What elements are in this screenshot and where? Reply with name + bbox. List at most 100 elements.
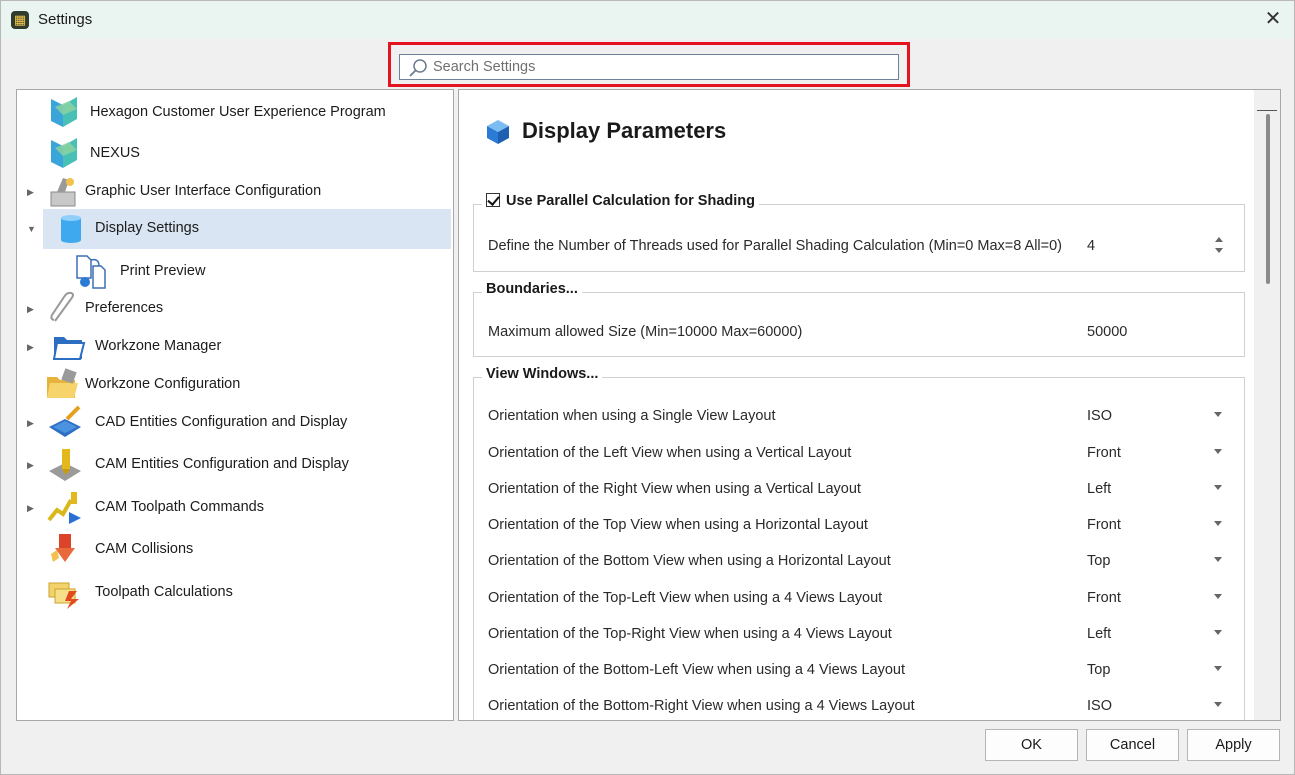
setting-row-4views-bottom-left[interactable]: Orientation of the Bottom-Left View when… [474,652,1244,688]
chevron-down-icon[interactable] [1214,594,1222,599]
cam-entities-icon [49,449,81,481]
expand-arrow-icon[interactable]: ▶ [27,417,37,429]
search-input[interactable] [433,57,893,77]
tree-item-label: Print Preview [120,263,206,279]
paperclip-icon [50,291,74,322]
toolpath-commands-icon [47,492,81,524]
setting-row-horizontal-top[interactable]: Orientation of the Top View when using a… [474,507,1244,543]
tree-item-cad-entities[interactable]: ▶ CAD Entities Configuration and Display [17,403,453,443]
dropdown-value[interactable]: ISO [1087,408,1112,424]
setting-label: Maximum allowed Size (Min=10000 Max=6000… [488,324,803,340]
setting-row-4views-top-left[interactable]: Orientation of the Top-Left View when us… [474,580,1244,616]
dropdown-value[interactable]: ISO [1087,698,1112,714]
thread-count-value[interactable]: 4 [1087,238,1095,254]
tree-item-print-preview[interactable]: Print Preview [17,252,453,292]
tree-item-workzone-configuration[interactable]: Workzone Configuration [17,365,453,405]
tree-item-cam-collisions[interactable]: CAM Collisions [17,530,453,570]
tree-item-preferences[interactable]: ▶ Preferences [17,289,453,329]
spin-down-icon[interactable] [1215,248,1223,253]
expand-arrow-icon[interactable]: ▶ [27,341,37,353]
tree-item-toolpath-calculations[interactable]: Toolpath Calculations [17,573,453,613]
chevron-down-icon[interactable] [1214,557,1222,562]
setting-row-vertical-right[interactable]: Orientation of the Right View when using… [474,471,1244,507]
setting-label: Orientation of the Top View when using a… [488,517,868,533]
app-logo-icon: ▦ [11,11,29,29]
database-cylinder-icon [61,215,81,243]
dropdown-value[interactable]: Front [1087,445,1121,461]
expand-arrow-icon[interactable]: ▶ [27,459,37,471]
group-title-view-windows: View Windows... [482,366,603,382]
tree-item-label: Workzone Configuration [85,376,241,392]
setting-row-horizontal-bottom[interactable]: Orientation of the Bottom View when usin… [474,543,1244,579]
group-title-boundaries: Boundaries... [482,281,582,297]
scrollbar-thumb[interactable] [1266,114,1270,284]
chevron-down-icon[interactable] [1214,485,1222,490]
collapse-arrow-icon[interactable]: ▼ [27,223,37,235]
tree-item-workzone-manager[interactable]: ▶ Workzone Manager [17,327,453,367]
settings-tree: Hexagon Customer User Experience Program… [16,89,454,721]
chevron-down-icon[interactable] [1214,702,1222,707]
folder-icon [52,337,86,360]
tree-item-gui-configuration[interactable]: ▶ Graphic User Interface Configuration [17,172,453,212]
thread-count-stepper[interactable] [1214,236,1224,256]
vertical-scrollbar[interactable] [1254,90,1280,720]
tree-item-label: Toolpath Calculations [95,584,233,600]
setting-row-4views-bottom-right[interactable]: Orientation of the Bottom-Right View whe… [474,688,1244,720]
folder-config-icon [47,368,78,398]
dropdown-value[interactable]: Left [1087,481,1111,497]
tree-item-hexagon-cuep[interactable]: Hexagon Customer User Experience Program [17,93,453,133]
tree-item-label: Preferences [85,300,164,316]
chevron-down-icon[interactable] [1214,412,1222,417]
apply-button[interactable]: Apply [1187,729,1280,761]
expand-arrow-icon[interactable]: ▶ [27,303,37,315]
tree-item-label: CAM Collisions [95,541,194,557]
setting-label: Define the Number of Threads used for Pa… [488,238,1063,254]
chevron-down-icon[interactable] [1214,521,1222,526]
group-title-parallel: Use Parallel Calculation for Shading [506,193,755,209]
dropdown-value[interactable]: Front [1087,517,1121,533]
setting-label: Orientation of the Bottom View when usin… [488,553,891,569]
spin-up-icon[interactable] [1215,237,1223,242]
dropdown-value[interactable]: Top [1087,553,1110,569]
tree-item-label: Display Settings [95,220,199,236]
dropdown-value[interactable]: Left [1087,626,1111,642]
window-title: Settings [38,11,93,28]
max-size-value[interactable]: 50000 [1087,324,1127,340]
group-parallel-calculation: Use Parallel Calculation for Shading Def… [473,193,1245,272]
print-preview-icon [76,255,106,289]
setting-label: Orientation of the Bottom-Right View whe… [488,698,915,714]
parallel-calc-checkbox[interactable] [486,193,500,207]
setting-row-max-size: Maximum allowed Size (Min=10000 Max=6000… [474,314,1244,350]
setting-label: Orientation of the Bottom-Left View when… [488,662,905,678]
dropdown-value[interactable]: Top [1087,662,1110,678]
setting-row-thread-count: Define the Number of Threads used for Pa… [474,228,1244,264]
chevron-down-icon[interactable] [1214,449,1222,454]
setting-row-4views-top-right[interactable]: Orientation of the Top-Right View when u… [474,616,1244,652]
title-bar: ▦ Settings ✕ [1,1,1294,39]
hexagon-logo-icon [51,138,77,168]
dropdown-value[interactable]: Front [1087,590,1121,606]
chevron-down-icon[interactable] [1214,666,1222,671]
setting-row-vertical-left[interactable]: Orientation of the Left View when using … [474,435,1244,471]
tree-item-cam-entities[interactable]: ▶ CAM Entities Configuration and Display [17,445,453,485]
setting-row-single-view[interactable]: Orientation when using a Single View Lay… [474,398,1244,434]
search-box[interactable] [399,54,899,80]
setting-label: Orientation of the Right View when using… [488,481,861,497]
expand-arrow-icon[interactable]: ▶ [27,186,37,198]
tree-item-nexus[interactable]: NEXUS [17,134,453,174]
tree-item-display-settings[interactable]: ▼ Display Settings [17,209,453,249]
tree-item-label: NEXUS [90,145,140,161]
toolpath-calc-icon [48,582,79,609]
setting-label: Orientation of the Left View when using … [488,445,852,461]
ok-button[interactable]: OK [985,729,1078,761]
cancel-button[interactable]: Cancel [1086,729,1179,761]
parallel-calc-toggle[interactable]: Use Parallel Calculation for Shading [482,193,759,209]
chevron-down-icon[interactable] [1214,630,1222,635]
tree-item-label: Graphic User Interface Configuration [85,183,322,199]
close-button[interactable]: ✕ [1258,5,1288,35]
scrollbar-top-edge [1257,110,1277,111]
expand-arrow-icon[interactable]: ▶ [27,502,37,514]
tree-item-label: CAM Toolpath Commands [95,499,264,515]
tree-item-cam-toolpath-commands[interactable]: ▶ CAM Toolpath Commands [17,488,453,528]
blue-cube-icon [487,120,509,144]
